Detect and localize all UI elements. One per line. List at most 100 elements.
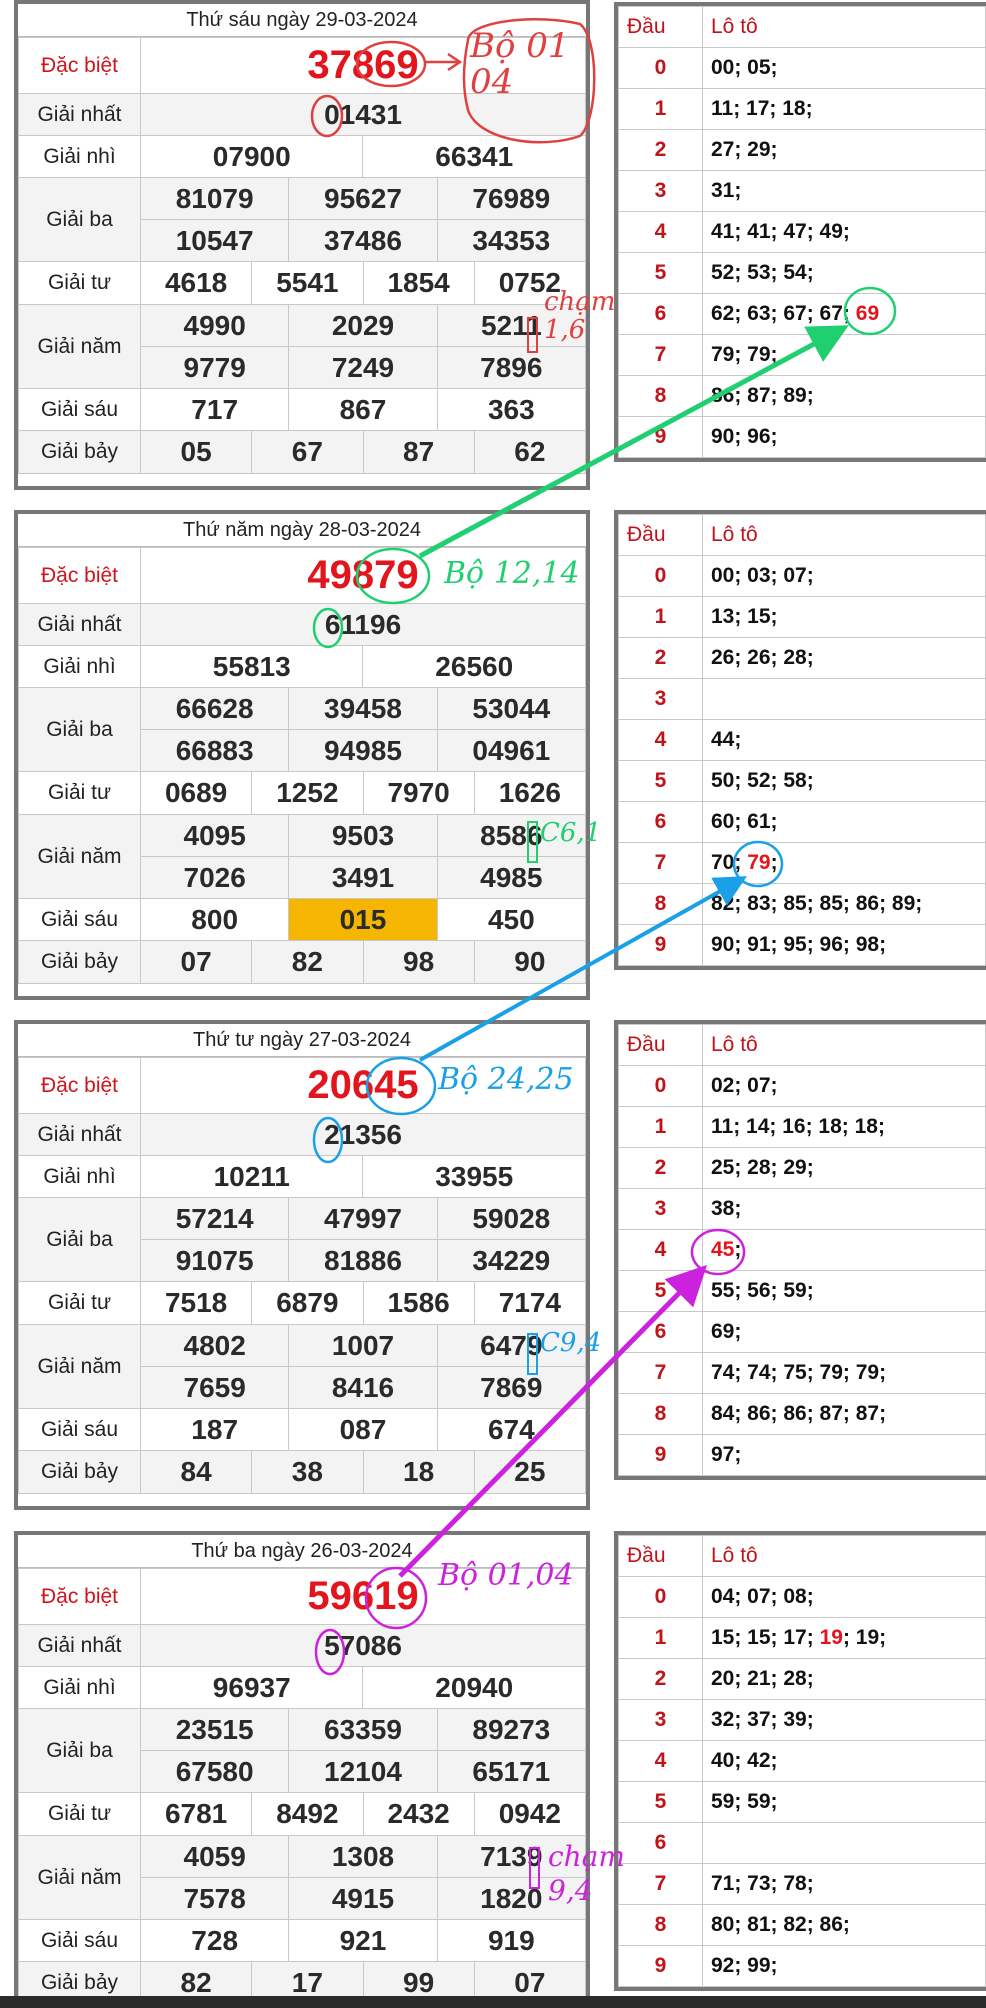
label-fifth: Giải năm [18, 814, 141, 899]
label-third: Giải ba [18, 1708, 141, 1793]
loto-values: 60; 61; [702, 801, 986, 843]
loto-head-digit: 3 [618, 678, 703, 720]
seventh-prize-number: 82 [252, 941, 364, 983]
loto-table-day-4: Đầu Lô tô 0 04; 07; 08; 1 15; 15; 17; 19; 19;… [614, 1531, 986, 1991]
fifth-prize-number: 1308 [288, 1835, 438, 1878]
loto-head-digit: 9 [618, 1945, 703, 1987]
third-prize-number: 63359 [288, 1708, 438, 1751]
seventh-prize-number: 62 [514, 436, 546, 467]
label-third: Giải ba [18, 687, 141, 772]
third-prize-number: 91075 [139, 1239, 290, 1282]
third-prize-number: 47997 [288, 1197, 438, 1240]
loto-highlight-value: 69 [855, 302, 880, 325]
sixth-prize-number: 015 [288, 898, 438, 941]
loto-values: 70; 79; [702, 842, 986, 884]
loto-values-text: 69; [711, 1320, 742, 1343]
loto-head-digit: 5 [618, 1781, 703, 1823]
loto-values-label: Lô tô [702, 514, 986, 556]
sixth-prize-number: 919 [436, 1919, 586, 1962]
loto-head-digit: 6 [618, 1311, 703, 1353]
second-prize-number: 55813 [139, 645, 364, 688]
loto-values-text: 62; 63; 67; 67; [711, 302, 850, 325]
label-fourth: Giải tư [18, 1281, 141, 1325]
third-prize-number: 57214 [139, 1197, 290, 1240]
loto-values: 25; 28; 29; [702, 1147, 986, 1189]
loto-values: 97; [702, 1434, 986, 1476]
fourth-prize-row: 7518 6879 1586 7174 [140, 1281, 586, 1325]
sixth-prize-number: 867 [288, 388, 438, 431]
seventh-prize-number: 07 [141, 941, 253, 983]
loto-values-text: 60; 61; [711, 810, 778, 833]
fourth-prize-number: 1626 [498, 777, 562, 808]
loto-values-after: ; [770, 851, 778, 874]
fourth-prize-number: 1252 [252, 772, 364, 814]
third-prize-number: 66628 [139, 687, 290, 730]
fourth-prize-number: 1586 [364, 1282, 475, 1324]
loto-head-digit: 7 [618, 842, 703, 884]
third-prize-number: 34229 [436, 1239, 587, 1282]
loto-values: 69; [702, 1311, 986, 1353]
loto-values: 38; [702, 1188, 986, 1230]
loto-values: 71; 73; 78; [702, 1863, 986, 1905]
seventh-prize-number: 90 [514, 946, 546, 977]
loto-values-label: Lô tô [702, 1024, 986, 1066]
loto-values-text: 41; 41; 47; 49; [711, 220, 850, 243]
draw-date-title: Thứ năm ngày 28-03-2024 [18, 514, 586, 547]
loto-values: 44; [702, 719, 986, 761]
loto-values-text: 40; 42; [711, 1749, 778, 1772]
loto-values-text: 90; 91; 95; 96; 98; [711, 933, 887, 956]
fifth-prize-number: 4915 [288, 1877, 438, 1920]
loto-head-label: Đầu [618, 6, 703, 48]
loto-head-digit: 1 [618, 1106, 703, 1148]
sixth-prize-number: 450 [436, 898, 587, 941]
loto-head-digit: 8 [618, 375, 703, 417]
seventh-prize-number: 87 [364, 431, 475, 473]
loto-head-label: Đầu [618, 1535, 703, 1577]
loto-table-day-2: Đầu Lô tô 0 00; 03; 07; 1 13; 15; 2 26; 26; 28;… [614, 510, 986, 970]
third-prize-number: 12104 [288, 1750, 438, 1793]
loto-values: 00; 05; [702, 47, 986, 89]
loto-values: 92; 99; [702, 1945, 986, 1987]
label-sixth: Giải sáu [18, 898, 141, 941]
loto-values: 11; 17; 18; [702, 88, 986, 130]
loto-values-text: 50; 52; 58; [711, 769, 814, 792]
loto-values: 27; 29; [702, 129, 986, 171]
fourth-prize-number: 7174 [498, 1287, 562, 1318]
loto-head-digit: 5 [618, 760, 703, 802]
label-special: Đặc biệt [18, 37, 141, 94]
loto-head-digit: 9 [618, 1434, 703, 1476]
loto-values-after: ; [734, 1238, 742, 1261]
third-prize-number: 94985 [288, 729, 438, 772]
loto-head-label: Đầu [618, 1024, 703, 1066]
loto-highlight-value: 79 [747, 851, 771, 874]
label-seventh: Giải bảy [18, 1450, 141, 1494]
label-fifth: Giải năm [18, 1835, 141, 1920]
label-fifth: Giải năm [18, 1324, 141, 1409]
fifth-prize-number: 7249 [288, 346, 438, 389]
loto-head-digit: 3 [618, 1188, 703, 1230]
loto-head-digit: 5 [618, 1270, 703, 1312]
loto-highlight-value: 19 [819, 1626, 843, 1649]
fifth-prize-number: 9779 [139, 346, 290, 389]
label-first: Giải nhất [18, 603, 141, 646]
fourth-prize-number: 6879 [252, 1282, 364, 1324]
loto-head-digit: 0 [618, 555, 703, 597]
third-prize-number: 81079 [139, 177, 290, 220]
third-prize-number: 37486 [288, 219, 438, 262]
loto-values-label: Lô tô [702, 1535, 986, 1577]
fifth-prize-number: 8416 [288, 1366, 438, 1409]
seventh-prize-row: 07 82 98 90 [140, 940, 586, 984]
loto-head-digit: 7 [618, 1863, 703, 1905]
loto-values-text: 15; 15; 17; [711, 1626, 814, 1649]
note-cham-94: chạm 9,4 [548, 1840, 625, 1907]
loto-values-text: 00; 05; [711, 56, 778, 79]
fifth-prize-number: 7578 [139, 1877, 290, 1920]
loto-head-digit: 0 [618, 1576, 703, 1618]
loto-values-text: 82; 83; 85; 85; 86; 89; [711, 892, 923, 915]
fifth-prize-number: 3491 [288, 856, 438, 899]
fourth-prize-number: 0942 [498, 1798, 562, 1829]
loto-head-digit: 7 [618, 1352, 703, 1394]
fourth-prize-number: 2432 [364, 1793, 475, 1835]
loto-values-text: 38; [711, 1197, 742, 1220]
fourth-prize-number: 7518 [141, 1282, 253, 1324]
